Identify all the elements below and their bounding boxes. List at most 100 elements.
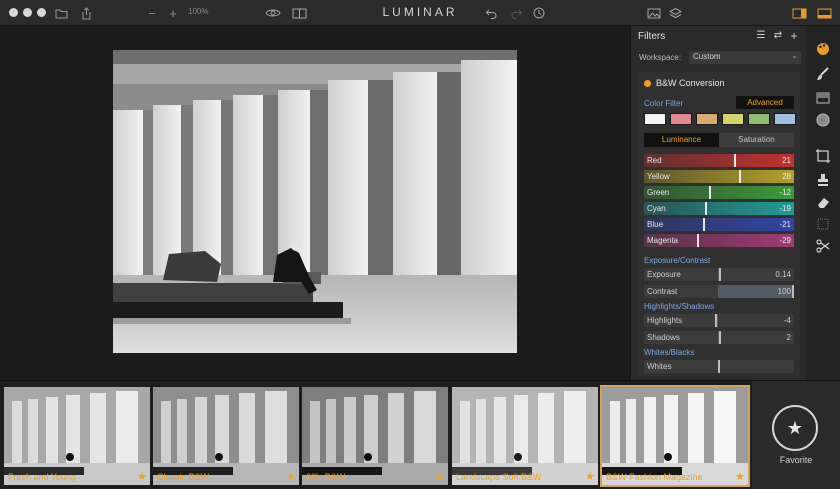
preset-thumbnail[interactable]: Landscape Soft B&W ★ (452, 387, 598, 485)
workspace-select[interactable]: Custom ⌄ (689, 51, 801, 64)
erase-tool[interactable] (815, 194, 831, 210)
blue-slider[interactable]: Blue -21 (644, 218, 794, 231)
whites-slider[interactable]: Whites (644, 360, 794, 373)
preset-label: B&W Fashion Magazine (606, 472, 703, 482)
slider-thumb[interactable] (719, 331, 721, 344)
slider-thumb[interactable] (705, 202, 707, 215)
layers-button[interactable] (667, 0, 683, 26)
eraser-icon (818, 198, 829, 208)
chevron-down-icon: ⌄ (791, 51, 798, 60)
scissors-icon (816, 239, 830, 253)
highlights-slider[interactable]: Highlights -4 (644, 314, 794, 327)
radial-tool[interactable] (815, 112, 831, 128)
star-icon[interactable]: ★ (286, 470, 296, 483)
add-filter-icon[interactable]: + (788, 30, 800, 42)
magenta-slider[interactable]: Magenta -29 (644, 234, 794, 247)
cyan-slider[interactable]: Cyan -19 (644, 202, 794, 215)
slider-thumb[interactable] (734, 154, 736, 167)
minus-icon: − (148, 5, 156, 21)
slider-label: Contrast (647, 287, 678, 296)
yellow-slider[interactable]: Yellow 28 (644, 170, 794, 183)
section-whites-blacks[interactable]: Whites/Blacks (644, 348, 694, 357)
slider-thumb[interactable] (718, 360, 720, 373)
slider-thumb[interactable] (719, 268, 721, 281)
advanced-button[interactable]: Advanced (736, 96, 794, 109)
slider-thumb[interactable] (792, 285, 794, 298)
star-icon[interactable]: ★ (585, 470, 595, 483)
slider-value: -29 (779, 236, 791, 245)
section-highlights-shadows[interactable]: Highlights/Shadows (644, 302, 714, 311)
section-exposure-contrast[interactable]: Exposure/Contrast (644, 256, 710, 265)
preset-thumbnail[interactable]: Fresh and Young ★ (4, 387, 150, 485)
star-icon[interactable]: ★ (137, 470, 147, 483)
window-close-button[interactable] (9, 8, 18, 17)
filmstrip-layout-button[interactable] (815, 0, 833, 26)
star-icon[interactable]: ★ (435, 470, 445, 483)
redo-button[interactable] (508, 0, 524, 26)
swatch-green[interactable] (748, 113, 770, 125)
preset-preview-image (153, 387, 299, 485)
preset-thumbnail[interactable]: 60's B&W ★ (302, 387, 448, 485)
image-canvas[interactable] (0, 26, 630, 380)
workspace-value: Custom (693, 52, 721, 61)
swatch-orange[interactable] (696, 113, 718, 125)
slider-thumb[interactable] (709, 186, 711, 199)
red-slider[interactable]: Red 21 (644, 154, 794, 167)
star-icon[interactable]: ★ (735, 470, 745, 483)
slider-thumb[interactable] (739, 170, 741, 183)
favorite-area: ★ Favorite (752, 381, 840, 489)
transform-tool[interactable] (815, 238, 831, 254)
slider-value: 2 (786, 333, 791, 342)
slider-thumb[interactable] (703, 218, 705, 231)
bw-conversion-filter: B&W Conversion Color Filter Advanced Lum… (638, 72, 800, 376)
preset-thumbnail[interactable]: Classic B&W ★ (153, 387, 299, 485)
slider-value: -12 (779, 188, 791, 197)
slider-label: Highlights (647, 316, 683, 325)
slider-label: Green (647, 188, 670, 197)
preset-thumbnail[interactable]: B&W Fashion Magazine ★ (600, 385, 750, 487)
slider-thumb[interactable] (715, 314, 717, 327)
zoom-in-button[interactable]: + (166, 0, 180, 26)
window-minimize-button[interactable] (23, 8, 32, 17)
zoom-level[interactable]: 100% (188, 7, 208, 16)
photo-preview[interactable] (113, 50, 517, 353)
tab-saturation[interactable]: Saturation (719, 133, 794, 147)
window-zoom-button[interactable] (37, 8, 46, 17)
undo-button[interactable] (483, 0, 499, 26)
image-info-button[interactable] (646, 0, 662, 26)
swatch-yellow[interactable] (722, 113, 744, 125)
filter-header[interactable]: B&W Conversion (644, 77, 725, 89)
filter-list-icon[interactable]: ☰ (755, 30, 767, 42)
zoom-out-button[interactable]: − (145, 0, 159, 26)
slider-value: -21 (779, 220, 791, 229)
contrast-slider[interactable]: Contrast 100 (644, 285, 794, 298)
panel-layout-button[interactable] (790, 0, 808, 26)
slider-label: Cyan (647, 204, 666, 213)
filter-active-indicator[interactable] (644, 79, 651, 87)
luminar-window: − + 100% LUMINAR Filters ☰ ⇄ + Workspace… (0, 0, 840, 489)
brush-tool[interactable] (815, 66, 831, 82)
slider-value: 0.14 (775, 270, 791, 279)
share-button[interactable] (78, 0, 94, 26)
swatch-white[interactable] (644, 113, 666, 125)
preview-toggle-button[interactable] (264, 0, 282, 26)
crop-tool[interactable] (815, 148, 831, 164)
gradient-tool[interactable] (815, 90, 831, 106)
exposure-slider[interactable]: Exposure 0.14 (644, 268, 794, 281)
tab-luminance[interactable]: Luminance (644, 133, 719, 147)
refresh-icon[interactable]: ⇄ (772, 30, 784, 42)
compare-split-button[interactable] (290, 0, 308, 26)
filters-tool[interactable] (815, 40, 831, 56)
stamp-tool[interactable] (815, 172, 831, 188)
swatch-blue[interactable] (774, 113, 796, 125)
shadows-slider[interactable]: Shadows 2 (644, 331, 794, 344)
slider-label: Shadows (647, 333, 680, 342)
favorite-button[interactable]: ★ (772, 405, 818, 451)
green-slider[interactable]: Green -12 (644, 186, 794, 199)
tools-strip (806, 26, 840, 380)
open-folder-button[interactable] (53, 0, 69, 26)
slider-thumb[interactable] (697, 234, 699, 247)
history-button[interactable] (531, 0, 547, 26)
swatch-red[interactable] (670, 113, 692, 125)
noise-tool[interactable] (815, 216, 831, 232)
